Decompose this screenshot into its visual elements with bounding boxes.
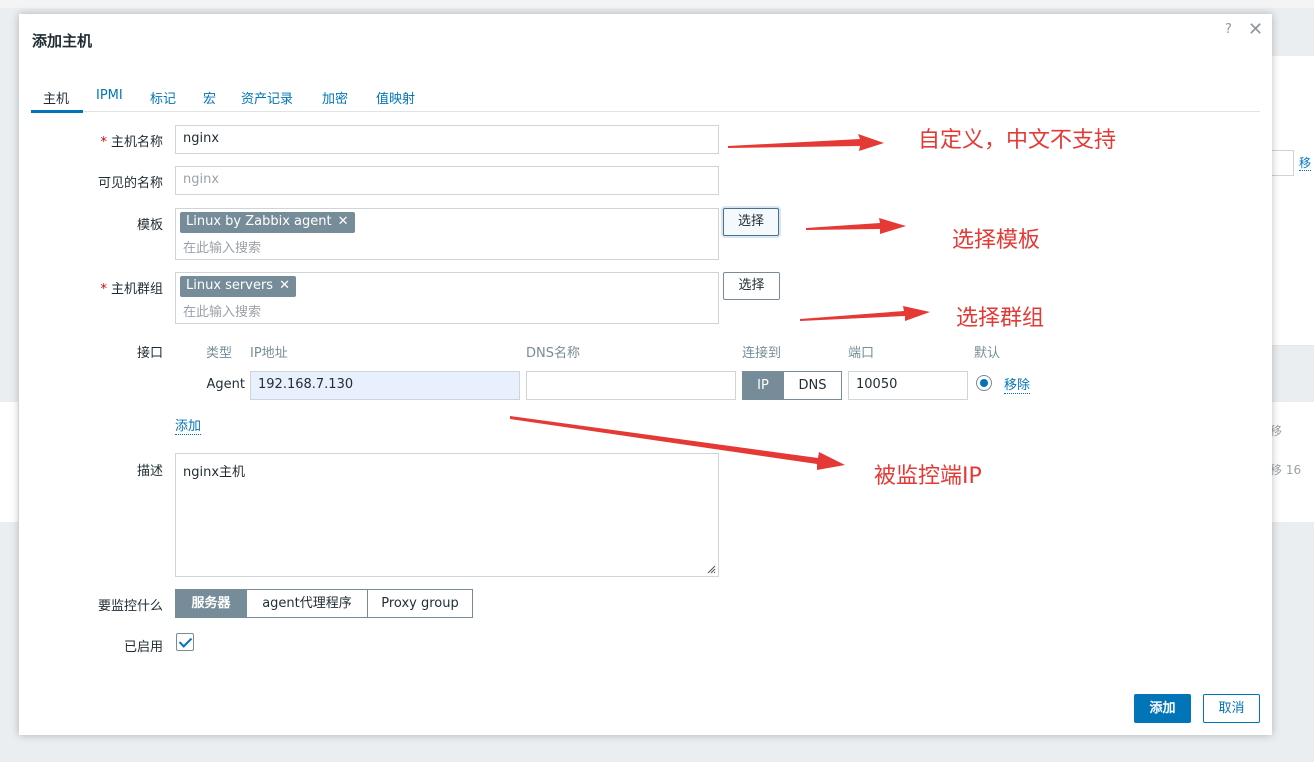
templates-select-button[interactable]: 选择 xyxy=(723,208,779,236)
interface-ip-input[interactable]: 192.168.7.130 xyxy=(250,371,520,400)
host-groups-select-button[interactable]: 选择 xyxy=(723,272,780,300)
visible-name-label: 可见的名称 xyxy=(97,176,163,191)
tab-inventory[interactable]: 资产记录 xyxy=(241,88,293,107)
templates-search-input[interactable]: 在此输入搜索 xyxy=(183,237,261,256)
annotation-host-groups: 选择群组 xyxy=(956,306,1045,331)
interface-dns-header: DNS名称 xyxy=(526,346,580,361)
annotation-templates: 选择模板 xyxy=(952,228,1041,253)
visible-name-input[interactable]: nginx xyxy=(175,166,719,195)
background-row-text: 移 16 xyxy=(1270,463,1302,477)
interface-port-input[interactable]: 10050 xyxy=(848,371,968,400)
description-label: 描述 xyxy=(136,464,163,479)
enabled-label: 已启用 xyxy=(123,640,163,655)
description-text: nginx主机 xyxy=(183,465,246,480)
tab-tags[interactable]: 标记 xyxy=(150,88,176,107)
interface-connect-header: 连接到 xyxy=(742,346,782,361)
monitored-by-server-option[interactable]: 服务器 xyxy=(175,589,247,618)
tab-macros[interactable]: 宏 xyxy=(203,88,216,107)
help-icon[interactable]: ? xyxy=(1225,22,1232,37)
background-remove-link: 移 xyxy=(1299,156,1312,171)
annotation-interface-ip: 被监控端IP xyxy=(874,464,982,489)
add-button[interactable]: 添加 xyxy=(1134,694,1191,723)
tab-host[interactable]: 主机 xyxy=(43,88,69,107)
host-groups-search-input[interactable]: 在此输入搜索 xyxy=(183,301,261,320)
background-header-strip xyxy=(0,0,1314,8)
remove-interface-link[interactable]: 移除 xyxy=(1004,378,1031,394)
tab-bar: 主机 IPMI 标记 宏 资产记录 加密 值映射 xyxy=(31,84,1260,113)
tab-encryption[interactable]: 加密 xyxy=(322,88,348,107)
interfaces-label: 接口 xyxy=(136,346,163,361)
host-groups-multiselect[interactable]: Linux servers ✕ 在此输入搜索 xyxy=(175,272,719,324)
background-panel xyxy=(1272,56,1314,346)
interface-type-header: 类型 xyxy=(206,346,233,361)
background-input xyxy=(1272,150,1294,176)
active-tab-indicator xyxy=(31,110,83,113)
background-panel xyxy=(0,402,18,522)
monitored-by-proxy-option[interactable]: agent代理程序 xyxy=(246,589,368,618)
templates-multiselect[interactable]: Linux by Zabbix agent ✕ 在此输入搜索 xyxy=(175,208,719,260)
connect-ip-toggle[interactable]: IP xyxy=(742,371,784,400)
cancel-button[interactable]: 取消 xyxy=(1203,694,1260,723)
interface-type-agent: Agent xyxy=(206,377,245,392)
add-interface-link[interactable]: 添加 xyxy=(175,419,202,435)
host-name-input[interactable]: nginx xyxy=(175,125,719,154)
templates-label: 模板 xyxy=(136,218,163,233)
enabled-checkbox[interactable] xyxy=(176,633,194,651)
interface-default-header: 默认 xyxy=(974,346,1001,361)
connect-dns-toggle[interactable]: DNS xyxy=(783,371,842,400)
resize-grip-icon[interactable] xyxy=(706,564,716,574)
interface-ip-header: IP地址 xyxy=(250,346,288,361)
close-icon[interactable]: ✕ xyxy=(1248,19,1263,40)
annotation-host-name: 自定义，中文不支持 xyxy=(918,128,1117,153)
remove-chip-icon[interactable]: ✕ xyxy=(279,278,290,293)
monitored-by-label: 要监控什么 xyxy=(97,599,163,614)
host-groups-label: * 主机群组 xyxy=(100,282,163,297)
description-textarea[interactable]: nginx主机 xyxy=(175,453,719,577)
default-interface-radio[interactable] xyxy=(976,375,992,391)
dialog-title: 添加主机 xyxy=(32,32,93,50)
tab-ipmi[interactable]: IPMI xyxy=(96,88,123,103)
host-group-chip: Linux servers ✕ xyxy=(180,276,296,297)
interface-port-header: 端口 xyxy=(848,346,875,361)
template-chip: Linux by Zabbix agent ✕ xyxy=(180,212,355,233)
monitored-by-proxy-group-option[interactable]: Proxy group xyxy=(367,589,473,618)
interface-dns-input[interactable] xyxy=(526,371,736,400)
remove-chip-icon[interactable]: ✕ xyxy=(338,214,349,229)
host-name-label: * 主机名称 xyxy=(100,135,163,150)
tab-value-mapping[interactable]: 值映射 xyxy=(376,88,415,107)
